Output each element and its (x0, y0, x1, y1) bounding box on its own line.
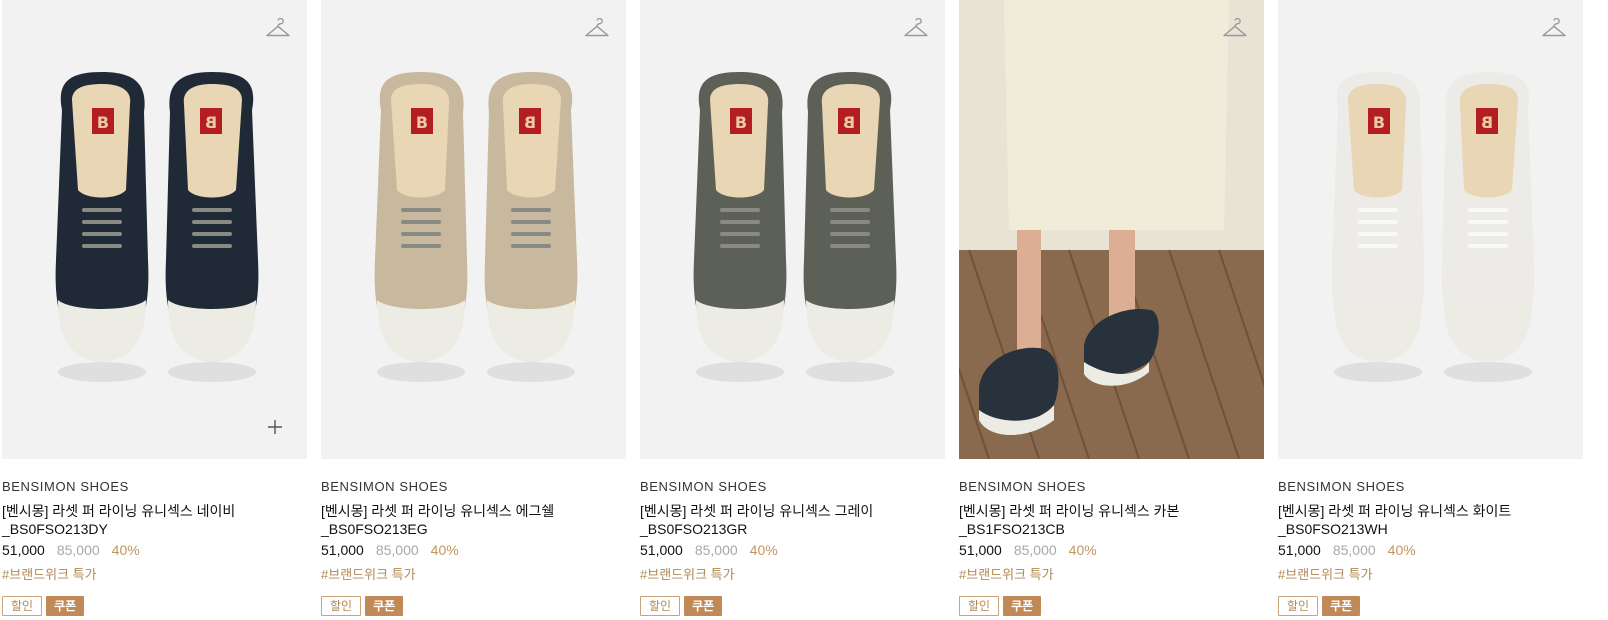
coupon-badge: 쿠폰 (684, 596, 723, 616)
product-card[interactable]: BENSIMON SHOES [벤시몽] 라셋 퍼 라이닝 유니섹스 카본 _B… (959, 0, 1265, 616)
product-code[interactable]: _BS0FSO213DY (2, 520, 302, 538)
promo-tag[interactable]: #브랜드위크 특가 (321, 564, 627, 583)
svg-text:B: B (1373, 113, 1385, 132)
coupon-badge: 쿠폰 (1003, 596, 1042, 616)
svg-text:B: B (843, 113, 855, 132)
promo-tag[interactable]: #브랜드위크 특가 (959, 564, 1265, 583)
coupon-badge: 쿠폰 (365, 596, 404, 616)
product-name[interactable]: [벤시몽] 라셋 퍼 라이닝 유니섹스 그레이 _BS0FSO213GR (640, 502, 940, 538)
svg-text:B: B (1481, 113, 1493, 132)
sale-badge: 할인 (640, 596, 681, 616)
product-card[interactable]: B B BENSIMON SHOES [벤시몽] 라셋 퍼 라이닝 유니섹스 에… (321, 0, 627, 616)
product-title[interactable]: [벤시몽] 라셋 퍼 라이닝 유니섹스 네이비 (2, 502, 302, 520)
product-photo[interactable] (959, 0, 1264, 459)
original-price: 85,000 (1013, 542, 1057, 558)
sale-badge: 할인 (1278, 596, 1319, 616)
sale-price: 51,000 (2, 542, 45, 558)
product-title[interactable]: [벤시몽] 라셋 퍼 라이닝 유니섹스 화이트 (1278, 502, 1578, 520)
product-image[interactable]: B B (321, 0, 626, 459)
discount-rate: 40% (1387, 542, 1416, 558)
price-row: 51,000 85,000 40% (1278, 542, 1584, 558)
brand-name: BENSIMON SHOES (1278, 479, 1405, 494)
brand-name: BENSIMON SHOES (640, 479, 767, 494)
hanger-icon[interactable] (1541, 18, 1567, 40)
hanger-icon[interactable] (584, 18, 610, 40)
product-card[interactable]: B B BENSIMON SHOES [벤시몽] 라셋 퍼 라이닝 유니섹스 화… (1278, 0, 1584, 616)
svg-text:B: B (524, 113, 536, 132)
original-price: 85,000 (1332, 542, 1376, 558)
badge-row: 할인 쿠폰 (640, 596, 946, 616)
promo-tag[interactable]: #브랜드위크 특가 (1278, 564, 1584, 583)
product-code[interactable]: _BS0FSO213WH (1278, 520, 1578, 538)
price-row: 51,000 85,000 40% (2, 542, 308, 558)
brand-name: BENSIMON SHOES (959, 479, 1086, 494)
product-name[interactable]: [벤시몽] 라셋 퍼 라이닝 유니섹스 에그쉘 _BS0FSO213EG (321, 502, 621, 538)
discount-rate: 40% (430, 542, 459, 558)
product-title[interactable]: [벤시몽] 라셋 퍼 라이닝 유니섹스 에그쉘 (321, 502, 621, 520)
badge-row: 할인 쿠폰 (2, 596, 308, 616)
sale-badge: 할인 (321, 596, 362, 616)
original-price: 85,000 (375, 542, 419, 558)
product-card[interactable]: B B BENSIMON SHOES [벤시몽] 라셋 퍼 라이닝 유니섹스 네… (2, 0, 308, 616)
sale-badge: 할인 (959, 596, 1000, 616)
plus-icon[interactable] (267, 419, 283, 435)
price-row: 51,000 85,000 40% (321, 542, 627, 558)
badge-row: 할인 쿠폰 (1278, 596, 1584, 616)
product-image[interactable]: B B (2, 0, 307, 459)
original-price: 85,000 (56, 542, 100, 558)
original-price: 85,000 (694, 542, 738, 558)
product-photo[interactable]: B B (321, 0, 626, 459)
product-image[interactable] (959, 0, 1264, 459)
promo-tag[interactable]: #브랜드위크 특가 (640, 564, 946, 583)
product-grid: B B BENSIMON SHOES [벤시몽] 라셋 퍼 라이닝 유니섹스 네… (0, 0, 1608, 620)
svg-text:B: B (97, 113, 109, 132)
product-photo[interactable]: B B (2, 0, 307, 459)
product-photo[interactable]: B B (640, 0, 945, 459)
sale-price: 51,000 (959, 542, 1002, 558)
discount-rate: 40% (749, 542, 778, 558)
svg-text:B: B (205, 113, 217, 132)
promo-tag[interactable]: #브랜드위크 특가 (2, 564, 308, 583)
coupon-badge: 쿠폰 (1322, 596, 1361, 616)
product-code[interactable]: _BS1FSO213CB (959, 520, 1259, 538)
svg-text:B: B (735, 113, 747, 132)
product-name[interactable]: [벤시몽] 라셋 퍼 라이닝 유니섹스 네이비 _BS0FSO213DY (2, 502, 302, 538)
product-image[interactable]: B B (640, 0, 945, 459)
sale-price: 51,000 (640, 542, 683, 558)
product-image[interactable]: B B (1278, 0, 1583, 459)
discount-rate: 40% (111, 542, 140, 558)
sale-price: 51,000 (1278, 542, 1321, 558)
product-name[interactable]: [벤시몽] 라셋 퍼 라이닝 유니섹스 화이트 _BS0FSO213WH (1278, 502, 1578, 538)
price-row: 51,000 85,000 40% (959, 542, 1265, 558)
hanger-icon[interactable] (903, 18, 929, 40)
sale-price: 51,000 (321, 542, 364, 558)
sale-badge: 할인 (2, 596, 43, 616)
product-code[interactable]: _BS0FSO213EG (321, 520, 621, 538)
product-card[interactable]: B B BENSIMON SHOES [벤시몽] 라셋 퍼 라이닝 유니섹스 그… (640, 0, 946, 616)
hanger-icon[interactable] (1222, 18, 1248, 40)
badge-row: 할인 쿠폰 (321, 596, 627, 616)
product-code[interactable]: _BS0FSO213GR (640, 520, 940, 538)
coupon-badge: 쿠폰 (46, 596, 85, 616)
product-name[interactable]: [벤시몽] 라셋 퍼 라이닝 유니섹스 카본 _BS1FSO213CB (959, 502, 1259, 538)
price-row: 51,000 85,000 40% (640, 542, 946, 558)
badge-row: 할인 쿠폰 (959, 596, 1265, 616)
svg-text:B: B (416, 113, 428, 132)
discount-rate: 40% (1068, 542, 1097, 558)
product-title[interactable]: [벤시몽] 라셋 퍼 라이닝 유니섹스 그레이 (640, 502, 940, 520)
brand-name: BENSIMON SHOES (2, 479, 129, 494)
hanger-icon[interactable] (265, 18, 291, 40)
product-photo[interactable]: B B (1278, 0, 1583, 459)
product-title[interactable]: [벤시몽] 라셋 퍼 라이닝 유니섹스 카본 (959, 502, 1259, 520)
brand-name: BENSIMON SHOES (321, 479, 448, 494)
